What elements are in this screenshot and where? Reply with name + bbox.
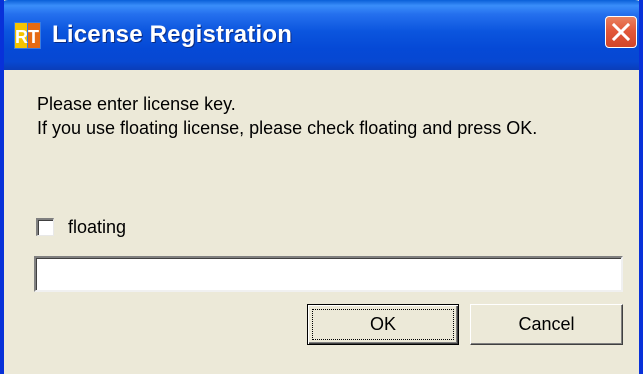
dialog-content: Please enter license key. If you use flo… bbox=[4, 70, 639, 374]
rt-app-icon: R T bbox=[14, 22, 41, 49]
instruction-text: Please enter license key. If you use flo… bbox=[37, 92, 537, 140]
floating-checkbox-label[interactable]: floating bbox=[68, 216, 126, 238]
license-key-input[interactable] bbox=[34, 256, 623, 292]
close-button[interactable] bbox=[605, 16, 637, 48]
close-icon bbox=[611, 22, 631, 42]
instruction-line-1: Please enter license key. bbox=[37, 94, 236, 114]
floating-checkbox-row[interactable]: floating bbox=[36, 216, 126, 238]
ok-button[interactable]: OK bbox=[307, 304, 459, 345]
instruction-line-2: If you use floating license, please chec… bbox=[37, 118, 538, 138]
cancel-button-label: Cancel bbox=[518, 314, 575, 334]
cancel-button[interactable]: Cancel bbox=[470, 304, 623, 345]
window-title: License Registration bbox=[52, 21, 293, 48]
svg-text:T: T bbox=[28, 27, 39, 47]
floating-checkbox[interactable] bbox=[36, 218, 54, 236]
license-registration-window: R T License Registration Please enter li… bbox=[0, 0, 643, 374]
ok-button-label: OK bbox=[369, 314, 396, 334]
svg-text:R: R bbox=[15, 27, 28, 47]
title-bar[interactable]: R T License Registration bbox=[4, 0, 639, 70]
